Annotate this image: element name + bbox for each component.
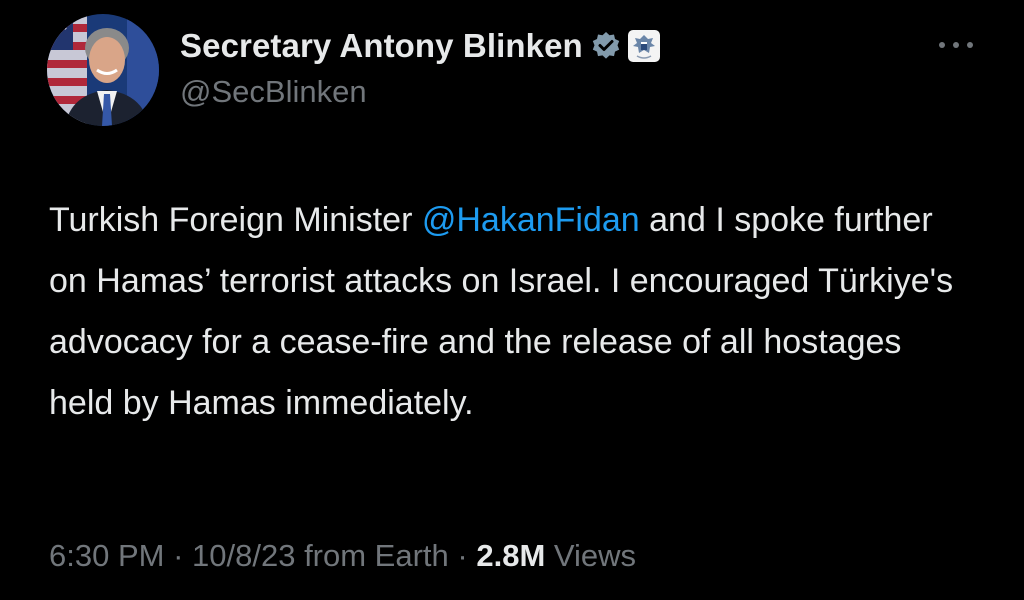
- us-government-seal-icon[interactable]: [627, 29, 661, 63]
- author-handle[interactable]: @SecBlinken: [180, 74, 661, 110]
- author-display-name[interactable]: Secretary Antony Blinken: [180, 27, 583, 65]
- tweet-text-start: Turkish Foreign Minister: [49, 201, 422, 239]
- tweet-date[interactable]: 10/8/23: [192, 538, 295, 573]
- tweet-text: Turkish Foreign Minister @HakanFidan and…: [49, 190, 969, 434]
- meta-separator: ·: [448, 538, 477, 573]
- meta-separator: ·: [164, 538, 193, 573]
- mention-link[interactable]: @HakanFidan: [422, 201, 640, 239]
- tweet-card: Secretary Antony Blinken @SecBlinken Tur…: [0, 0, 1024, 600]
- tweet-time[interactable]: 6:30 PM: [49, 538, 164, 573]
- tweet-source: from Earth: [295, 538, 449, 573]
- more-options-icon[interactable]: [936, 38, 978, 52]
- views-count[interactable]: 2.8M: [476, 538, 545, 573]
- views-label: Views: [545, 538, 637, 573]
- author-block: Secretary Antony Blinken @SecBlinken: [180, 24, 661, 110]
- verified-badge-icon[interactable]: [591, 31, 621, 61]
- tweet-meta: 6:30 PM · 10/8/23 from Earth · 2.8M View…: [49, 538, 636, 574]
- avatar[interactable]: [47, 14, 159, 126]
- author-name-row: Secretary Antony Blinken: [180, 24, 661, 68]
